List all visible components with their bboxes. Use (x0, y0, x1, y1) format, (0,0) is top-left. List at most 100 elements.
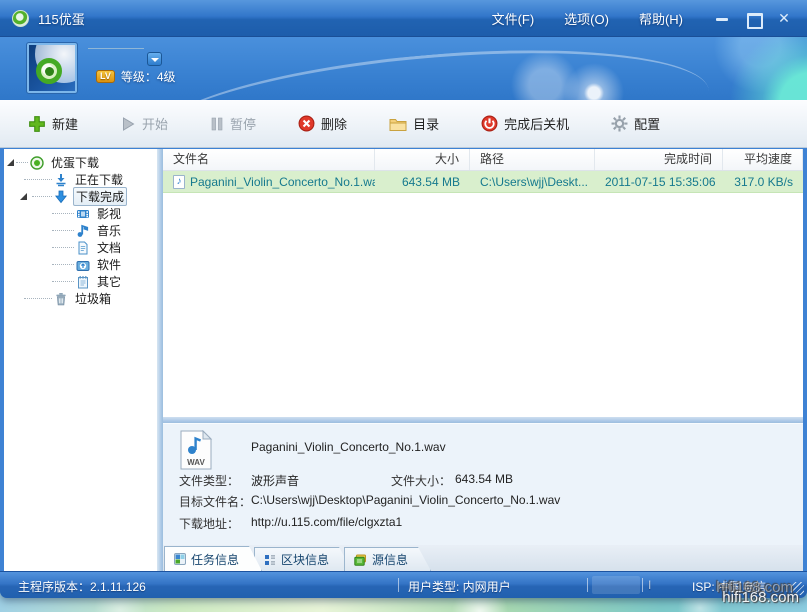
tree-item-trash[interactable]: 垃圾箱 (4, 290, 157, 307)
account-dropdown-button[interactable] (147, 52, 162, 66)
music-note-icon (76, 224, 90, 238)
target-file-value: C:\Users\wjj\Desktop\Paganini_Violin_Con… (251, 493, 560, 507)
shutdown-when-done-button[interactable]: 完成后关机 (471, 108, 579, 139)
tab-block-info[interactable]: 区块信息 (254, 547, 352, 571)
file-name: Paganini_Violin_Concerto_No.1.wav (190, 175, 375, 189)
content-area: 文件名 大小 路径 完成时间 平均速度 ♪ Paganini_Violin_Co… (163, 149, 803, 571)
toolbar: 新建 开始 暂停 删除 目录 完成后关机 (0, 100, 807, 148)
user-type-text: 用户类型: 内网用户 (408, 578, 511, 595)
desktop: 115优蛋 文件(F) 选项(O) 帮助(H) ✕ LV 等级：4级 (0, 0, 807, 612)
statusbar-separator (642, 578, 643, 592)
tab-source-info[interactable]: 源信息 (344, 547, 431, 571)
tree-item-download-complete[interactable]: 下载完成 (4, 188, 157, 205)
column-size[interactable]: 大小 (375, 149, 470, 170)
titlebar[interactable]: 115优蛋 文件(F) 选项(O) 帮助(H) ✕ (0, 0, 807, 36)
file-size-label: 文件大小： (391, 472, 451, 489)
main-area: 优蛋下载 正在下载 下载完成 影视 (4, 149, 803, 571)
app-window: 115优蛋 文件(F) 选项(O) 帮助(H) ✕ LV 等级：4级 (0, 0, 807, 598)
avatar[interactable] (27, 43, 77, 93)
egg-icon (30, 156, 44, 170)
level-text: 等级：4级 (121, 68, 176, 85)
down-arrow-icon (54, 190, 68, 204)
statusbar: 主程序版本：2.1.11.126 用户类型: 内网用户 I ISP: 中国电信 (0, 571, 807, 598)
lv-badge: LV (96, 70, 115, 83)
maximize-button[interactable] (746, 11, 760, 25)
file-finish-time: 2011-07-15 15:35:06 (595, 175, 723, 189)
settings-button[interactable]: 配置 (601, 108, 670, 139)
delete-button[interactable]: 删除 (288, 108, 357, 139)
file-size-value: 643.54 MB (455, 472, 513, 486)
gear-icon (611, 115, 628, 132)
new-task-button[interactable]: 新建 (18, 108, 88, 139)
resize-grip[interactable] (791, 582, 804, 595)
file-row-selected[interactable]: ♪ Paganini_Violin_Concerto_No.1.wav 643.… (163, 171, 803, 193)
detail-tabbar: 任务信息 区块信息 源信息 (163, 545, 803, 571)
downloading-icon (54, 173, 68, 187)
file-type-value: 波形声音 (251, 472, 299, 489)
file-size: 643.54 MB (375, 175, 470, 189)
tree-item-documents[interactable]: 文档 (4, 239, 157, 256)
file-path: C:\Users\wjj\Deskt... (470, 175, 595, 189)
audio-file-icon: ♪ (173, 175, 185, 189)
source-info-icon (354, 554, 367, 566)
wav-file-icon: WAV (179, 430, 213, 470)
tree-item-software[interactable]: 软件 (4, 256, 157, 273)
tree-item-downloading[interactable]: 正在下载 (4, 171, 157, 188)
folder-icon (389, 116, 407, 132)
isp-text: ISP: 中国电信 (692, 578, 766, 595)
account-name-underline (88, 48, 144, 49)
statusbar-separator (587, 578, 588, 592)
menu-options[interactable]: 选项(O) (564, 9, 609, 28)
tab-task-info[interactable]: 任务信息 (164, 546, 262, 571)
level-row: LV 等级：4级 (96, 68, 176, 85)
column-avg-speed[interactable]: 平均速度 (723, 149, 803, 170)
network-status-segment (592, 576, 640, 594)
close-button[interactable]: ✕ (777, 11, 791, 25)
expand-arrow-icon[interactable] (7, 159, 14, 166)
target-file-label: 目标文件名： (179, 493, 251, 510)
play-icon (120, 116, 136, 132)
delete-x-icon (298, 115, 315, 132)
network-flag-text: I (648, 578, 651, 592)
block-info-icon (264, 554, 276, 566)
pause-icon (210, 116, 224, 132)
plus-icon (28, 115, 46, 133)
document-icon (76, 241, 90, 255)
version-text: 主程序版本：2.1.11.126 (18, 578, 146, 595)
window-controls: ✕ (715, 11, 791, 25)
list-header: 文件名 大小 路径 完成时间 平均速度 (163, 149, 803, 171)
file-type-label: 文件类型： (179, 472, 239, 489)
statusbar-separator (398, 578, 399, 592)
download-url-value: http://u.115.com/file/clgxzta1 (251, 515, 402, 529)
minimize-button[interactable] (715, 11, 729, 25)
trash-icon (54, 292, 68, 306)
window-title: 115优蛋 (38, 9, 85, 28)
detail-filename: Paganini_Violin_Concerto_No.1.wav (251, 440, 446, 454)
menubar: 文件(F) 选项(O) 帮助(H) (492, 9, 683, 28)
tree-item-other[interactable]: 其它 (4, 273, 157, 290)
column-finish-time[interactable]: 完成时间 (595, 149, 723, 170)
tree-item-youdan-download[interactable]: 优蛋下载 (4, 154, 157, 171)
start-button[interactable]: 开始 (110, 108, 178, 139)
expand-arrow-icon[interactable] (20, 193, 27, 200)
category-tree: 优蛋下载 正在下载 下载完成 影视 (4, 149, 157, 571)
avatar-eye-icon (36, 58, 62, 84)
column-path[interactable]: 路径 (470, 149, 595, 170)
open-folder-button[interactable]: 目录 (379, 108, 449, 139)
menu-help[interactable]: 帮助(H) (639, 9, 683, 28)
menu-file[interactable]: 文件(F) (492, 9, 535, 28)
task-detail-panel: WAV Paganini_Violin_Concerto_No.1.wav 文件… (163, 423, 803, 545)
power-icon (481, 115, 498, 132)
download-url-label: 下载地址： (179, 515, 239, 532)
column-filename[interactable]: 文件名 (163, 149, 375, 170)
pause-button[interactable]: 暂停 (200, 108, 266, 139)
file-avg-speed: 317.0 KB/s (723, 175, 803, 189)
tree-item-music[interactable]: 音乐 (4, 222, 157, 239)
tree-item-video[interactable]: 影视 (4, 205, 157, 222)
header-banner: LV 等级：4级 (0, 36, 807, 100)
download-list: ♪ Paganini_Violin_Concerto_No.1.wav 643.… (163, 171, 803, 417)
film-icon (76, 207, 90, 221)
wav-label: WAV (187, 458, 205, 467)
task-info-icon (174, 553, 186, 565)
notes-icon (76, 275, 90, 289)
